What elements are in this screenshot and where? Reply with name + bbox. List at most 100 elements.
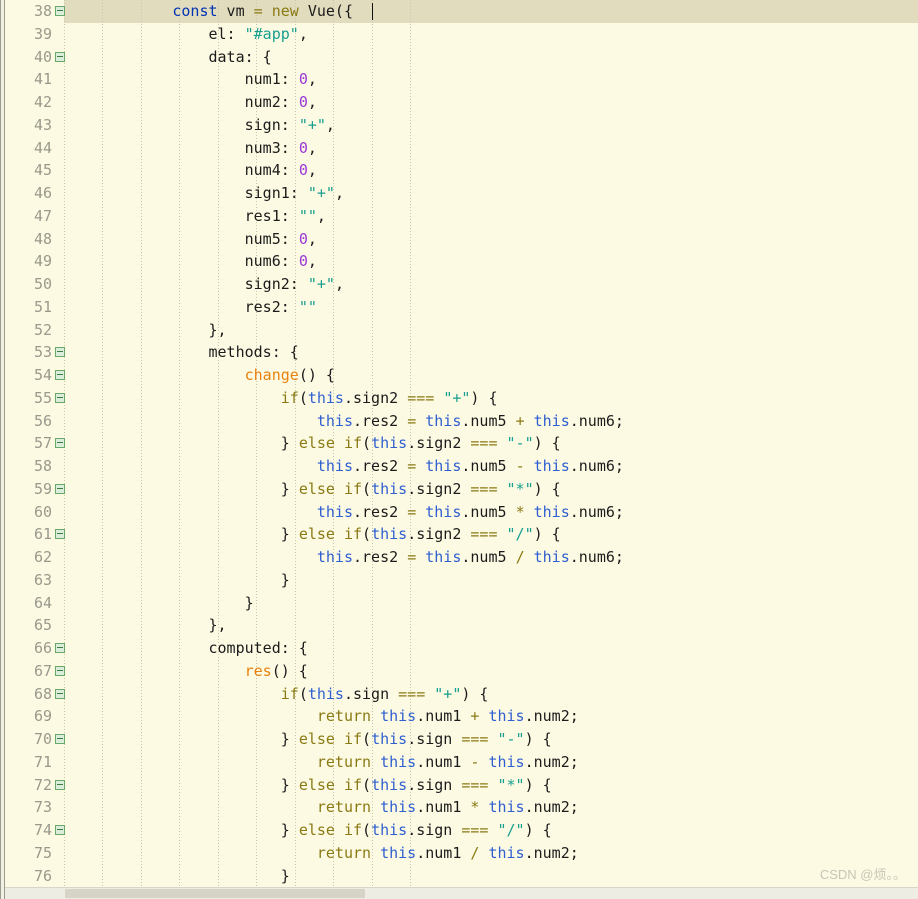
token-op: + [515, 411, 525, 430]
token-str: "-" [506, 434, 534, 453]
horizontal-scrollbar-thumb[interactable] [65, 889, 365, 898]
token-pl: }, [64, 616, 227, 635]
code-line[interactable]: 54 change() { [0, 364, 918, 387]
code-line[interactable]: 66 computed: { [0, 637, 918, 660]
code-line[interactable]: 67 res() { [0, 660, 918, 683]
token-this: this [371, 434, 408, 453]
code-line[interactable]: 55 if(this.sign2 === "+") { [0, 387, 918, 410]
code-line[interactable]: 46 sign1: "+", [0, 182, 918, 205]
token-pl: num5: [64, 229, 299, 248]
token-pl: ) { [470, 388, 498, 407]
token-op: === [407, 388, 435, 407]
token-pl: .num6; [569, 457, 624, 475]
code-text: data: { [64, 46, 271, 69]
token-pl: } [64, 525, 299, 544]
line-number: 59 [33, 479, 52, 498]
code-line[interactable]: 63 } [0, 569, 918, 592]
code-line[interactable]: 47 res1: "", [0, 205, 918, 228]
code-line[interactable]: 74 } else if(this.sign === "/") { [0, 819, 918, 842]
code-editor[interactable]: 38 const vm = new Vue({39 el: "#app", 40 … [0, 0, 918, 899]
line-number: 72 [33, 775, 52, 794]
code-line[interactable]: 42 num2: 0, [0, 91, 918, 114]
token-this: this [488, 798, 525, 817]
code-line[interactable]: 50 sign2: "+", [0, 273, 918, 296]
token-fn: change [244, 366, 299, 384]
token-pl: , [307, 161, 317, 180]
code-line[interactable]: 75 return this.num1 / this.num2; [0, 842, 918, 865]
code-line[interactable]: 59 } else if(this.sign2 === "*") { [0, 478, 918, 501]
code-line[interactable]: 73 return this.num1 * this.num2; [0, 796, 918, 819]
code-text: change() { [64, 364, 335, 387]
code-line[interactable]: 38 const vm = new Vue({ [0, 0, 918, 23]
code-line[interactable]: 52 }, [0, 319, 918, 342]
code-text: } else if(this.sign2 === "*") { [64, 478, 561, 501]
code-line[interactable]: 68 if(this.sign === "+") { [0, 683, 918, 706]
token-pl: .sign2 [407, 479, 471, 498]
code-line[interactable]: 44 num3: 0, [0, 137, 918, 160]
token-pl: ( [362, 525, 372, 544]
token-this: this [488, 707, 525, 726]
token-pl: num4: [64, 161, 299, 180]
token-str: "*" [506, 479, 534, 498]
token-pl: ( [362, 730, 372, 748]
code-line[interactable]: 76 } [0, 865, 918, 888]
token-pl: .num1 [416, 707, 471, 726]
code-line[interactable]: 61 } else if(this.sign2 === "/") { [0, 523, 918, 546]
line-number: 73 [33, 798, 52, 817]
code-line[interactable]: 64 } [0, 592, 918, 615]
code-line[interactable]: 56 this.res2 = this.num5 + this.num6; [0, 410, 918, 433]
code-text: computed: { [64, 637, 307, 660]
code-line[interactable]: 70 } else if(this.sign === "-") { [0, 728, 918, 751]
token-pl: ) { [533, 434, 561, 453]
code-line[interactable]: 69 return this.num1 + this.num2; [0, 705, 918, 728]
line-number: 38 [33, 2, 52, 20]
token-kw2: return [316, 843, 372, 862]
editor-left-border-outer [0, 0, 1, 899]
code-line[interactable]: 65 }, [0, 614, 918, 637]
token-kw2: else [298, 730, 335, 748]
code-line[interactable]: 62 this.res2 = this.num5 / this.num6; [0, 546, 918, 569]
code-text: } [64, 569, 290, 592]
code-line[interactable]: 71 return this.num1 - this.num2; [0, 751, 918, 774]
code-line[interactable]: 53 methods: { [0, 341, 918, 364]
horizontal-scrollbar-track[interactable] [5, 887, 918, 899]
code-line[interactable]: 58 this.res2 = this.num5 - this.num6; [0, 455, 918, 478]
token-pl: .num6; [569, 411, 624, 430]
token-pl: , [307, 229, 317, 248]
token-kw2: new [271, 2, 299, 20]
code-line[interactable]: 48 num5: 0, [0, 228, 918, 251]
token-this: this [425, 548, 462, 566]
token-this: this [533, 502, 570, 521]
code-line[interactable]: 49 num6: 0, [0, 250, 918, 273]
token-pl: , [307, 93, 317, 111]
token-kw2: else [298, 479, 335, 498]
token-str: "" [298, 206, 317, 225]
code-line[interactable]: 39 el: "#app", [0, 23, 918, 46]
code-line[interactable]: 51 res2: "" [0, 296, 918, 319]
code-line[interactable]: 41 num1: 0, [0, 68, 918, 91]
token-pl: .sign [343, 684, 399, 703]
code-line[interactable]: 60 this.res2 = this.num5 * this.num6; [0, 501, 918, 524]
line-number: 66 [33, 639, 52, 657]
token-num: 0 [298, 161, 308, 180]
code-text: } else if(this.sign === "*") { [64, 774, 552, 797]
code-line[interactable]: 57 } else if(this.sign2 === "-") { [0, 432, 918, 455]
token-pl: .num1 [416, 752, 471, 771]
code-line[interactable]: 45 num4: 0, [0, 159, 918, 182]
token-pl: .res2 [353, 457, 408, 475]
token-num: 0 [298, 93, 308, 111]
code-line[interactable]: 40 data: { [0, 46, 918, 69]
token-kw2: if [343, 525, 363, 544]
token-num: 0 [298, 252, 308, 271]
code-line[interactable]: 43 sign: "+", [0, 114, 918, 137]
code-line[interactable]: 72 } else if(this.sign === "*") { [0, 774, 918, 797]
